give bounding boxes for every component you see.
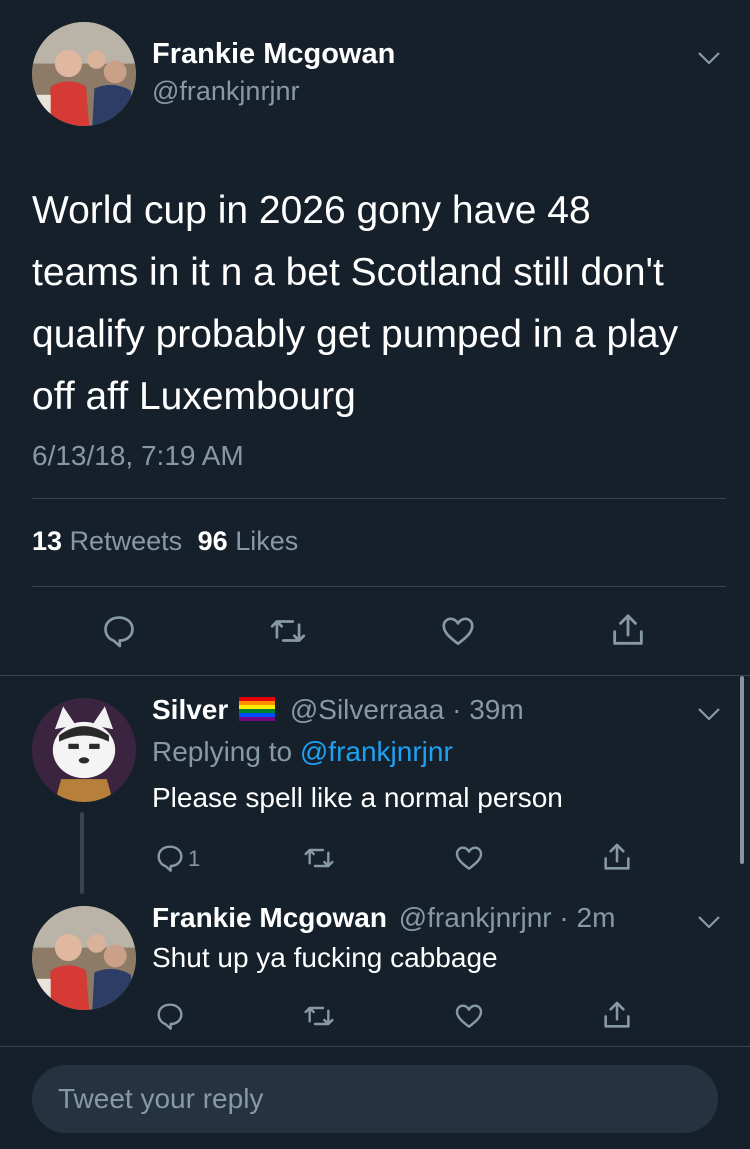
rainbow-flag-icon <box>238 696 276 728</box>
likes-label: Likes <box>235 526 299 556</box>
main-tweet-text-line: qualify probably get pumped in a play <box>32 313 679 356</box>
likes-stat[interactable]: 96 Likes <box>198 526 299 556</box>
main-tweet-text: World cup in 2026 gony have 48 teams in … <box>32 180 722 428</box>
reply-2-text: Shut up ya fucking cabbage <box>152 942 498 973</box>
thread-connector-line <box>80 812 84 894</box>
main-tweet-avatar[interactable] <box>32 22 136 126</box>
tweet-reply-input[interactable]: Tweet your reply <box>32 1065 718 1133</box>
main-tweet-text-line: World cup in 2026 gony have 48 <box>32 189 591 232</box>
reply-1-separator: · <box>452 694 462 725</box>
main-tweet-display-name[interactable]: Frankie Mcgowan <box>152 38 395 71</box>
reply-2-display-name[interactable]: Frankie Mcgowan <box>152 902 387 933</box>
main-tweet-handle[interactable]: @frankjnrjnr <box>152 76 299 107</box>
reply-2-chevron-down-icon[interactable] <box>696 914 722 930</box>
reply-2-share-icon[interactable] <box>600 998 634 1032</box>
reply-composer-bar: Tweet your reply <box>0 1046 750 1149</box>
retweet-icon[interactable] <box>268 612 308 650</box>
main-tweet-timestamp: 6/13/18, 7:19 AM <box>32 440 244 471</box>
replying-to-handle-link[interactable]: @frankjnrjnr <box>300 736 453 767</box>
tweet-reply-placeholder: Tweet your reply <box>58 1083 264 1114</box>
reply-2-reply-icon[interactable] <box>154 1000 186 1032</box>
reply-1-reply-icon[interactable] <box>154 842 186 874</box>
reply-1-share-icon[interactable] <box>600 840 634 874</box>
reply-1-retweet-icon[interactable] <box>302 842 336 874</box>
main-tweet-text-line: teams in it n a bet Scotland still don't <box>32 251 664 294</box>
retweets-count: 13 <box>32 526 63 556</box>
retweets-stat[interactable]: 13 Retweets <box>32 526 190 556</box>
reply-2-time: 2m <box>576 902 616 933</box>
reply-1-handle[interactable]: @Silverraaa <box>290 694 444 725</box>
reply-1-header: Silver @Silverraaa · 39m <box>152 694 524 728</box>
reply-1-text: Please spell like a normal person <box>152 782 563 813</box>
reply-1-time: 39m <box>469 694 524 725</box>
scrollbar[interactable] <box>740 676 744 864</box>
reply-icon[interactable] <box>100 612 138 650</box>
likes-count: 96 <box>197 526 228 556</box>
reply-1-like-heart-icon[interactable] <box>452 842 486 874</box>
reply-2-header: Frankie Mcgowan @frankjnrjnr · 2m <box>152 902 615 934</box>
reply-1-replying-to: Replying to @frankjnrjnr <box>152 736 453 768</box>
main-tweet-chevron-down-icon[interactable] <box>696 50 722 66</box>
retweets-label: Retweets <box>69 526 183 556</box>
reply-1-display-name[interactable]: Silver <box>152 694 228 725</box>
replying-to-label: Replying to <box>152 736 293 767</box>
section-divider <box>0 675 750 676</box>
reply-2-retweet-icon[interactable] <box>302 1000 336 1032</box>
engagement-stats: 13 Retweets 96 Likes <box>32 526 298 557</box>
reply-2-separator: · <box>559 902 569 933</box>
reply-1-avatar[interactable] <box>32 698 136 802</box>
reply-1-reply-count: 1 <box>188 846 201 871</box>
share-icon[interactable] <box>608 610 648 650</box>
reply-2-avatar[interactable] <box>32 906 136 1010</box>
reply-1-chevron-down-icon[interactable] <box>696 706 722 722</box>
main-tweet-text-line: off aff Luxembourg <box>32 375 356 418</box>
like-heart-icon[interactable] <box>438 612 478 650</box>
divider <box>32 586 726 587</box>
divider <box>32 498 726 499</box>
reply-2-like-heart-icon[interactable] <box>452 1000 486 1032</box>
reply-2-handle[interactable]: @frankjnrjnr <box>399 902 552 933</box>
